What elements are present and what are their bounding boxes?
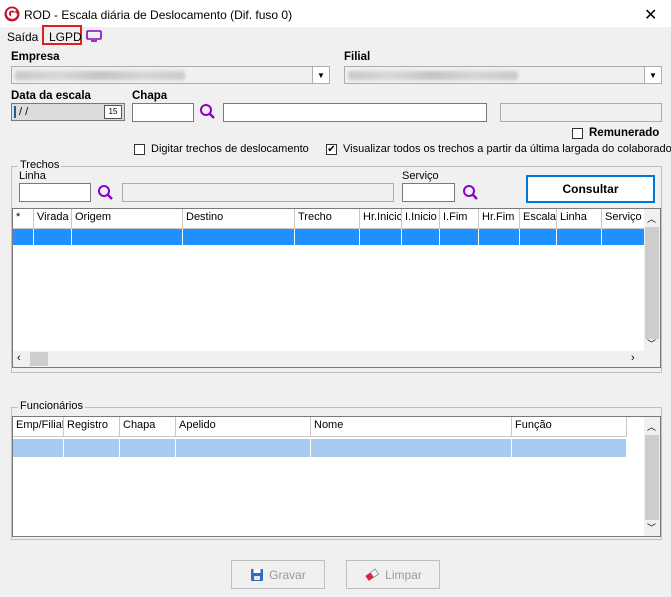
funcionarios-col-header[interactable]: Registro [64, 417, 120, 436]
filial-value-redacted [348, 71, 518, 80]
trechos-vertical-scrollbar[interactable]: ︿ ﹀ [644, 209, 660, 351]
chevron-down-icon[interactable]: ﹀ [647, 337, 656, 350]
trechos-grid-header: * Virada Origem Destino Trecho Hr.Inicio… [13, 209, 644, 229]
menu-lgpd[interactable]: LGPD [47, 30, 84, 44]
empresa-combo[interactable]: ▼ [11, 66, 330, 84]
digitar-trechos-checkbox[interactable] [134, 144, 145, 155]
chevron-up-icon[interactable]: ︿ [647, 212, 656, 225]
search-icon[interactable] [199, 103, 216, 120]
funcionarios-col-header[interactable]: Chapa [120, 417, 176, 436]
chapa-description-field[interactable] [223, 103, 487, 122]
limpar-button[interactable]: Limpar [346, 560, 440, 589]
gravar-button[interactable]: Gravar [231, 560, 325, 589]
chevron-down-icon[interactable]: ▼ [644, 67, 661, 83]
trechos-horizontal-scrollbar[interactable]: ‹ › [13, 351, 644, 367]
linha-label: Linha [19, 170, 46, 182]
data-escala-label: Data da escala [11, 90, 91, 102]
funcionarios-col-header[interactable]: Apelido [176, 417, 311, 436]
scroll-corner [644, 351, 660, 367]
remunerado-checkbox[interactable] [572, 128, 583, 139]
trechos-col-header[interactable]: Serviço [602, 209, 644, 228]
trechos-col-header[interactable]: Linha [557, 209, 602, 228]
data-escala-value: / / [19, 106, 29, 118]
search-icon[interactable] [97, 184, 114, 201]
trechos-grid[interactable]: * Virada Origem Destino Trecho Hr.Inicio… [12, 208, 661, 368]
save-icon [251, 568, 264, 581]
title-bar: ROD - Escala diária de Deslocamento (Dif… [0, 0, 671, 27]
servico-label: Serviço [402, 170, 439, 182]
table-row[interactable] [13, 229, 644, 245]
trechos-col-header[interactable]: Origem [72, 209, 183, 228]
scroll-thumb[interactable] [645, 227, 659, 339]
close-icon[interactable]: ✕ [644, 5, 657, 25]
servico-input[interactable] [402, 183, 455, 202]
trechos-col-header[interactable]: Escala [520, 209, 557, 228]
funcionarios-col-header[interactable]: Emp/Filial [13, 417, 64, 436]
chevron-left-icon[interactable]: ‹ [17, 352, 21, 364]
funcionarios-grid-header: Emp/Filial Registro Chapa Apelido Nome F… [13, 417, 627, 437]
chevron-down-icon[interactable]: ﹀ [647, 521, 656, 534]
funcionarios-vertical-scrollbar[interactable]: ︿ ﹀ [644, 417, 660, 536]
linha-description-field [122, 183, 394, 202]
digitar-trechos-label: Digitar trechos de deslocamento [151, 143, 309, 155]
visualizar-trechos-label: Visualizar todos os trechos a partir da … [343, 143, 671, 155]
funcionarios-grid[interactable]: Emp/Filial Registro Chapa Apelido Nome F… [12, 416, 661, 537]
trechos-col-header[interactable]: Virada [34, 209, 72, 228]
app-logo-icon [4, 6, 20, 22]
extra-readonly-field [500, 103, 662, 122]
calendar-icon[interactable]: 15 [104, 105, 122, 119]
window-title: ROD - Escala diária de Deslocamento (Dif… [24, 8, 293, 22]
gravar-label: Gravar [269, 567, 306, 582]
menu-exit[interactable]: Saída [5, 30, 40, 44]
visualizar-trechos-checkbox[interactable]: ✔ [326, 144, 337, 155]
filial-combo[interactable]: ▼ [344, 66, 662, 84]
eraser-icon [365, 568, 380, 581]
funcionarios-col-header[interactable]: Função [512, 417, 627, 436]
chapa-input[interactable] [132, 103, 194, 122]
empresa-label: Empresa [11, 51, 60, 63]
chapa-label: Chapa [132, 90, 168, 102]
empresa-value-redacted [15, 71, 185, 80]
monitor-icon[interactable] [86, 30, 102, 42]
funcionarios-group-title: Funcionários [18, 400, 85, 412]
scroll-thumb[interactable] [645, 435, 659, 520]
trechos-col-header[interactable]: Trecho [295, 209, 360, 228]
data-escala-field[interactable]: / / 15 [11, 103, 125, 121]
consultar-label: Consultar [562, 182, 619, 196]
scroll-thumb[interactable] [30, 352, 48, 366]
chevron-right-icon[interactable]: › [631, 352, 635, 364]
trechos-col-header[interactable]: I.Fim [440, 209, 479, 228]
search-icon[interactable] [462, 184, 479, 201]
remunerado-label: Remunerado [589, 127, 660, 139]
chevron-down-icon[interactable]: ▼ [312, 67, 329, 83]
trechos-col-header[interactable]: I.Inicio [402, 209, 440, 228]
trechos-col-header[interactable]: Hr.Inicio [360, 209, 402, 228]
trechos-col-header[interactable]: Hr.Fim [479, 209, 520, 228]
filial-label: Filial [344, 51, 371, 63]
funcionarios-col-header[interactable]: Nome [311, 417, 512, 436]
linha-input[interactable] [19, 183, 91, 202]
table-row[interactable] [13, 439, 627, 457]
limpar-label: Limpar [385, 567, 422, 582]
trechos-col-header[interactable]: * [13, 209, 34, 228]
chevron-up-icon[interactable]: ︿ [647, 420, 656, 433]
consultar-button[interactable]: Consultar [526, 175, 655, 203]
trechos-col-header[interactable]: Destino [183, 209, 295, 228]
